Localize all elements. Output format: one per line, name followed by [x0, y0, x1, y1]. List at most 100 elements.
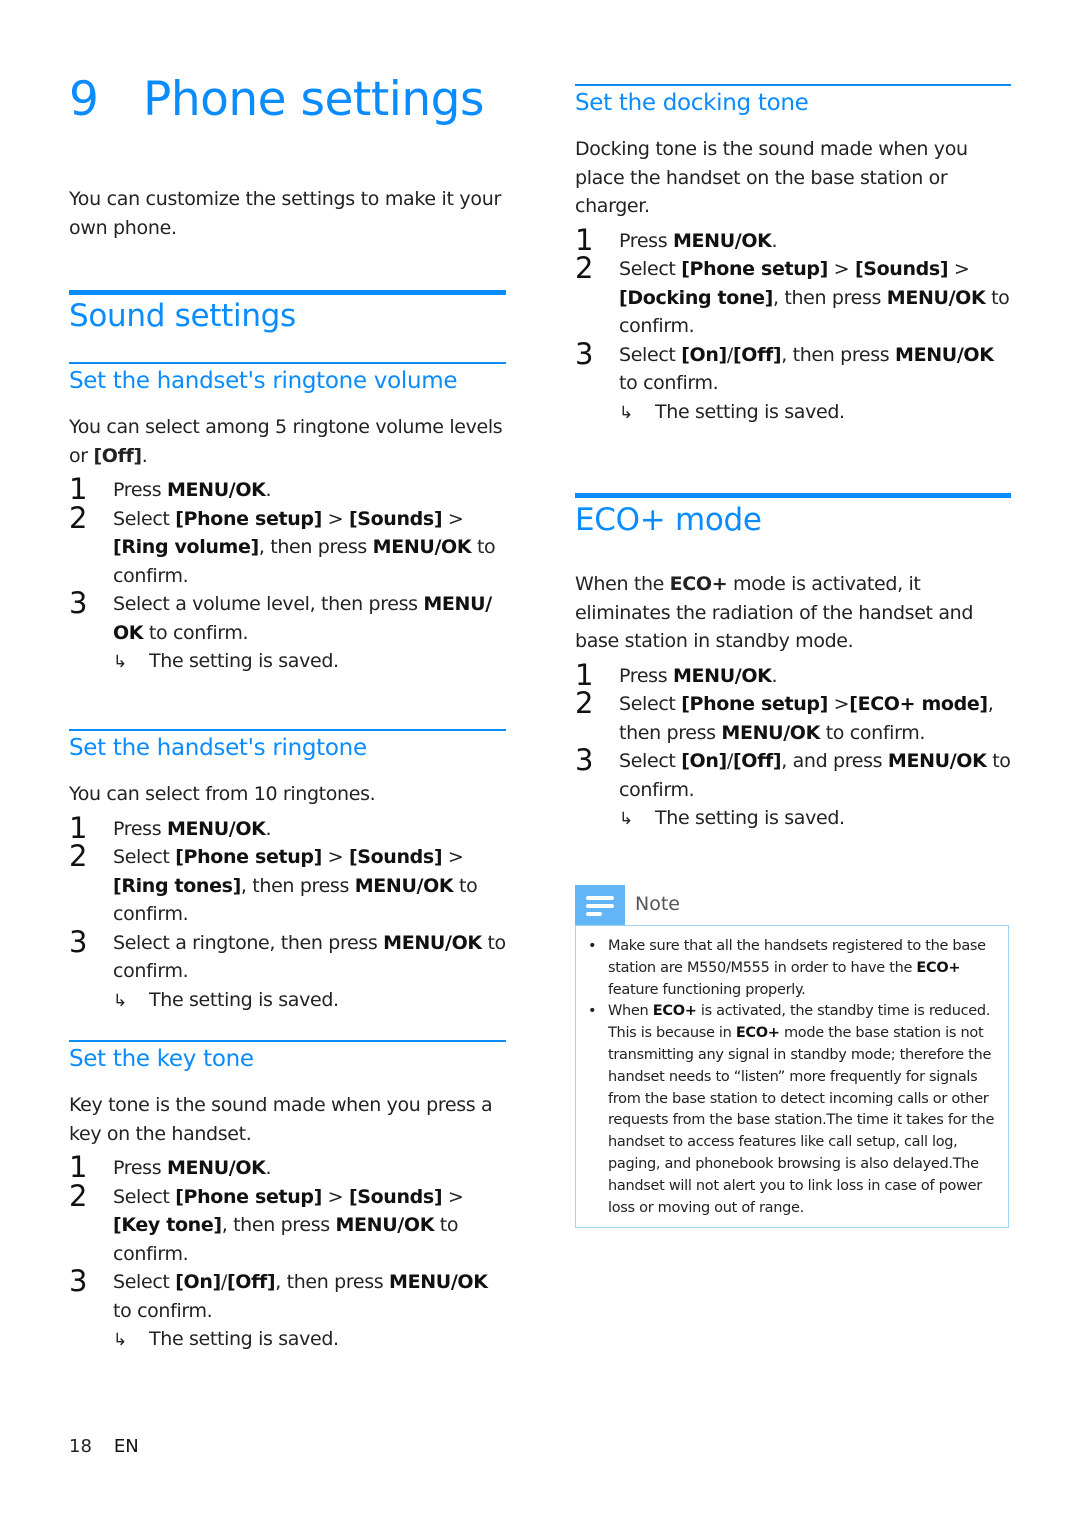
- step-item: 2 Select [Phone setup] > [Sounds] > [Ring…: [69, 839, 478, 925]
- bold-term: MENU/OK: [383, 931, 482, 954]
- section-title-sound-settings: Sound settings: [69, 298, 296, 334]
- bold-term: [Key tone]: [113, 1214, 222, 1236]
- result-line: ↳ The setting is saved.: [575, 398, 1011, 428]
- bold-term: MENU/OK: [672, 229, 772, 252]
- bold-term: ECO+: [652, 1003, 697, 1020]
- step-item: 3 Select a ringtone, then press MENU/OK t…: [69, 924, 506, 983]
- bold-term: [Phone setup]: [175, 507, 322, 530]
- step-number: 2: [69, 500, 88, 535]
- bold-term: [Sounds]: [348, 846, 443, 868]
- bold-term: [Off]: [732, 750, 782, 772]
- step-list: 1 Press MENU/OK. 2 Select [Phone setup] > […: [69, 472, 509, 647]
- result-line: ↳ The setting is saved.: [69, 647, 509, 677]
- step-number: 2: [575, 686, 594, 720]
- bold-term: [Docking tone]: [619, 286, 773, 309]
- docking-tone-description: Docking tone is the sound made when you …: [575, 138, 968, 217]
- subsection-divider: [69, 729, 506, 731]
- step-item: 2 Select [Phone setup] > [Sounds] > [Key …: [69, 1178, 464, 1265]
- bold-term: [Phone setup]: [175, 846, 322, 868]
- step-item: 2 Select [Phone setup] >[ECO+ mode], then…: [575, 686, 994, 744]
- result-line: ↳ The setting is saved.: [575, 804, 1015, 834]
- step-list: 1 Press MENU/OK. 2 Select [Phone setup] > […: [575, 222, 1011, 398]
- subsection-divider: [69, 362, 506, 364]
- bold-term: MENU/OK: [335, 1214, 435, 1236]
- bold-term: [On]: [681, 343, 727, 366]
- section-divider: [575, 493, 1011, 498]
- step-item: 1 Press MENU/OK.: [69, 810, 272, 845]
- step-number: 2: [69, 839, 88, 873]
- key-tone-body: Key tone is the sound made when you pres…: [69, 1091, 509, 1355]
- bold-term: MENU/ OK: [113, 593, 492, 644]
- bold-term: MENU/OK: [166, 817, 266, 840]
- ringtone-volume-description: You can select among 5 ringtone volume l…: [69, 416, 503, 467]
- key-tone-description: Key tone is the sound made when you pres…: [69, 1094, 493, 1145]
- note-box: Make sure that all the handsets register…: [575, 925, 1009, 1228]
- step-number: 3: [69, 586, 88, 620]
- ringtone-description: You can select from 10 ringtones.: [69, 783, 376, 805]
- note-item: Make sure that all the handsets register…: [588, 936, 998, 1001]
- bold-term: MENU/OK: [672, 664, 772, 687]
- bold-term: [Sounds]: [348, 507, 443, 530]
- bold-term: [Ring volume]: [113, 536, 259, 558]
- ringtone-body: You can select from 10 ringtones. 1 Press…: [69, 780, 509, 1015]
- bold-term: MENU/OK: [389, 1271, 488, 1293]
- result-line: ↳ The setting is saved.: [69, 986, 509, 1016]
- result-arrow-icon: ↳: [619, 809, 633, 829]
- subsection-title-docking-tone: Set the docking tone: [575, 90, 809, 116]
- chapter-title-text: Phone settings: [143, 72, 484, 127]
- bold-term: [Sounds]: [348, 1185, 443, 1208]
- note-label: Note: [635, 893, 680, 915]
- step-item: 3 Select a volume level, then press MENU/…: [69, 586, 492, 644]
- step-item: 1 Press MENU/OK.: [575, 657, 778, 692]
- subsection-divider: [69, 1040, 506, 1042]
- chapter-title: 9 Phone settings: [69, 72, 484, 127]
- note-list: Make sure that all the handsets register…: [576, 926, 1008, 1219]
- result-arrow-icon: ↳: [113, 1330, 127, 1350]
- step-list: 1 Press MENU/OK. 2 Select [Phone setup] > […: [69, 810, 509, 986]
- bold-term: [On]: [681, 750, 727, 772]
- subsection-title-ringtone: Set the handset's ringtone: [69, 735, 367, 761]
- bold-term: MENU/OK: [372, 536, 472, 558]
- result-arrow-icon: ↳: [619, 402, 633, 423]
- step-item: 2 Select [Phone setup] > [Sounds] > [Dock…: [575, 251, 1010, 337]
- step-item: 3 Select [On]/[Off], then press MENU/OK t…: [575, 336, 994, 395]
- language-code: EN: [113, 1436, 139, 1457]
- result-arrow-icon: ↳: [113, 652, 127, 672]
- bold-term: [Phone setup]: [681, 693, 828, 715]
- subsection-divider: [575, 84, 1011, 86]
- eco-mode-description: When the ECO+ mode is activated, it elim…: [575, 573, 974, 652]
- result-line: ↳ The setting is saved.: [69, 1325, 509, 1355]
- bold-term: [ECO+ mode]: [849, 693, 988, 715]
- bold-term: ECO+: [735, 1025, 780, 1042]
- chapter-intro: You can customize the settings to make i…: [69, 188, 501, 239]
- bold-term: ECO+: [916, 959, 961, 976]
- step-number: 2: [575, 251, 594, 285]
- note-lines-icon: [575, 885, 625, 925]
- step-number: 3: [575, 743, 594, 777]
- section-title-eco-mode: ECO+ mode: [575, 502, 762, 538]
- eco-mode-body: When the ECO+ mode is activated, it elim…: [575, 570, 1015, 834]
- step-item: 1 Press MENU/OK.: [69, 472, 272, 506]
- step-list: 1 Press MENU/OK. 2 Select [Phone setup] > […: [69, 1150, 509, 1325]
- section-divider: [69, 290, 506, 295]
- step-number: 3: [69, 924, 88, 959]
- note-item: When ECO+ is activated, the standby time…: [588, 1001, 998, 1219]
- bold-term: [On]: [175, 1271, 221, 1293]
- bold-term: MENU/OK: [721, 721, 820, 744]
- result-arrow-icon: ↳: [113, 990, 127, 1011]
- step-item: 1 Press MENU/OK.: [575, 222, 778, 257]
- bold-term: MENU/OK: [886, 286, 986, 309]
- bold-term: MENU/OK: [354, 874, 454, 897]
- ringtone-volume-body: You can select among 5 ringtone volume l…: [69, 413, 509, 677]
- bold-term: MENU/OK: [166, 479, 266, 501]
- page-footer: 18 EN: [69, 1436, 139, 1457]
- bold-term: MENU/OK: [887, 750, 987, 772]
- step-number: 3: [575, 336, 594, 371]
- step-item: 2 Select [Phone setup] > [Sounds] > [Ring…: [69, 500, 496, 587]
- chapter-number: 9: [69, 72, 99, 127]
- step-list: 1 Press MENU/OK. 2 Select [Phone setup] >[E…: [575, 657, 1015, 805]
- page-number: 18: [69, 1436, 92, 1457]
- bold-term: ECO+: [669, 573, 728, 595]
- bold-term: [Off]: [732, 343, 782, 366]
- bold-term: [Off]: [226, 1271, 276, 1293]
